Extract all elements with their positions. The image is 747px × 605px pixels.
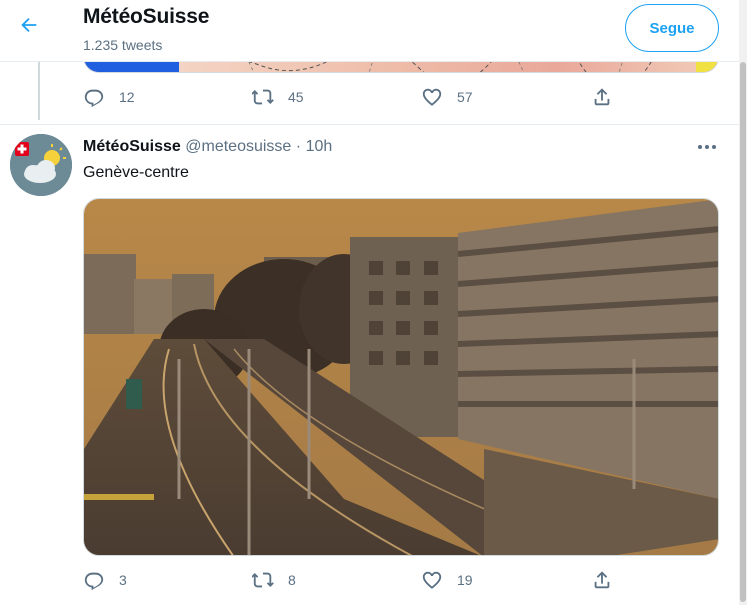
retweet-icon <box>252 569 274 591</box>
page-title: MétéoSuisse <box>83 5 210 28</box>
retweet-count: 45 <box>288 89 304 105</box>
tweet-divider <box>0 124 739 125</box>
page-scrollbar[interactable] <box>739 0 747 605</box>
tweet-text: Genève-centre <box>83 164 189 181</box>
like-count: 19 <box>457 572 473 588</box>
retweet-icon <box>252 86 274 108</box>
more-dots-icon <box>697 137 717 155</box>
share-button[interactable] <box>591 86 613 108</box>
reply-count: 3 <box>119 572 127 588</box>
thread-connector <box>38 62 40 120</box>
author-handle[interactable]: @meteosuisse <box>185 138 291 155</box>
like-count: 57 <box>457 89 473 105</box>
avatar[interactable] <box>10 134 72 196</box>
share-icon <box>591 86 613 108</box>
tweet-count: 1.235 tweets <box>83 37 163 53</box>
author-name[interactable]: MétéoSuisse <box>83 138 181 155</box>
follow-button[interactable]: Segue <box>625 4 719 52</box>
tweet-header: MétéoSuisse @meteosuisse · 10h <box>83 138 332 156</box>
more-button[interactable] <box>693 134 721 158</box>
tweet-time[interactable]: 10h <box>306 138 333 155</box>
reply-icon <box>83 569 105 591</box>
scrollbar-thumb[interactable] <box>740 62 746 602</box>
like-button[interactable]: 57 <box>421 86 473 108</box>
heart-icon <box>421 569 443 591</box>
reply-count: 12 <box>119 89 135 105</box>
reply-button[interactable]: 12 <box>83 86 135 108</box>
prev-tweet-actions: 12 45 57 <box>80 86 640 116</box>
tweet-photo[interactable] <box>83 198 719 556</box>
retweet-button[interactable]: 8 <box>252 569 296 591</box>
retweet-button[interactable]: 45 <box>252 86 304 108</box>
retweet-count: 8 <box>288 572 296 588</box>
reply-button[interactable]: 3 <box>83 569 127 591</box>
share-button[interactable] <box>591 569 613 591</box>
tweet-actions: 3 8 19 <box>80 569 640 599</box>
share-icon <box>591 569 613 591</box>
reply-icon <box>83 86 105 108</box>
arrow-left-icon <box>18 14 40 41</box>
separator-dot: · <box>295 138 302 155</box>
like-button[interactable]: 19 <box>421 569 473 591</box>
heart-icon <box>421 86 443 108</box>
back-button[interactable] <box>10 8 48 46</box>
photo-street-scene <box>84 199 718 555</box>
profile-header: MétéoSuisse 1.235 tweets Segue <box>0 0 739 62</box>
